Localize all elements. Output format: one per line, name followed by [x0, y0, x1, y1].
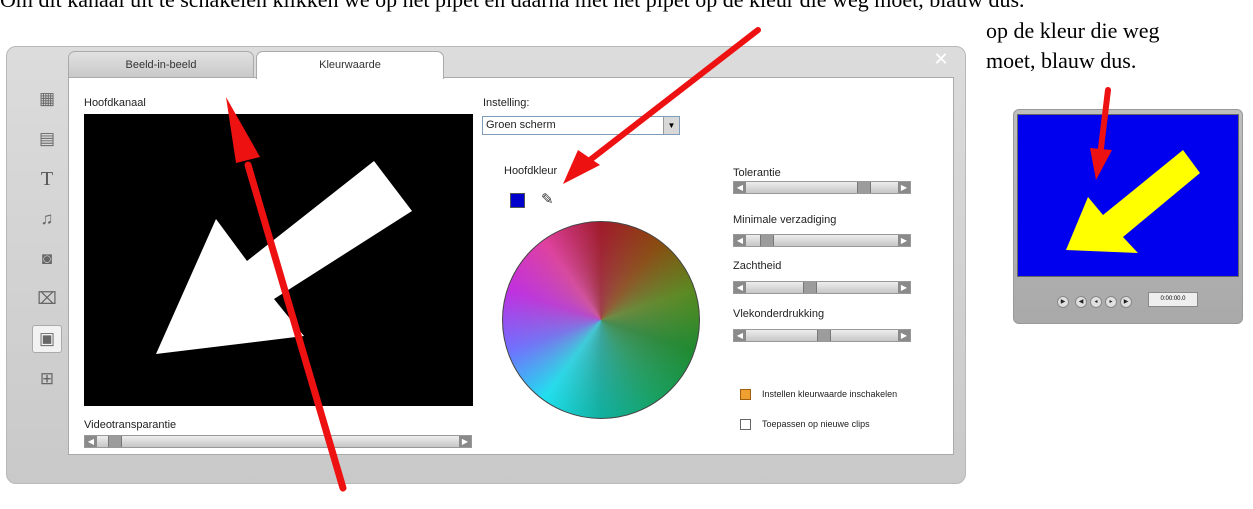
arrow-to-main-channel: [244, 161, 347, 492]
arrow-to-eyedropper: [587, 27, 761, 163]
arrow-head-main-channel: [226, 97, 260, 163]
tab-chroma-key[interactable]: Kleurwaarde: [256, 51, 444, 79]
arrow-to-preview: [1098, 87, 1111, 151]
annotation-arrows: [226, 27, 1112, 492]
arrow-head-preview: [1090, 148, 1112, 180]
